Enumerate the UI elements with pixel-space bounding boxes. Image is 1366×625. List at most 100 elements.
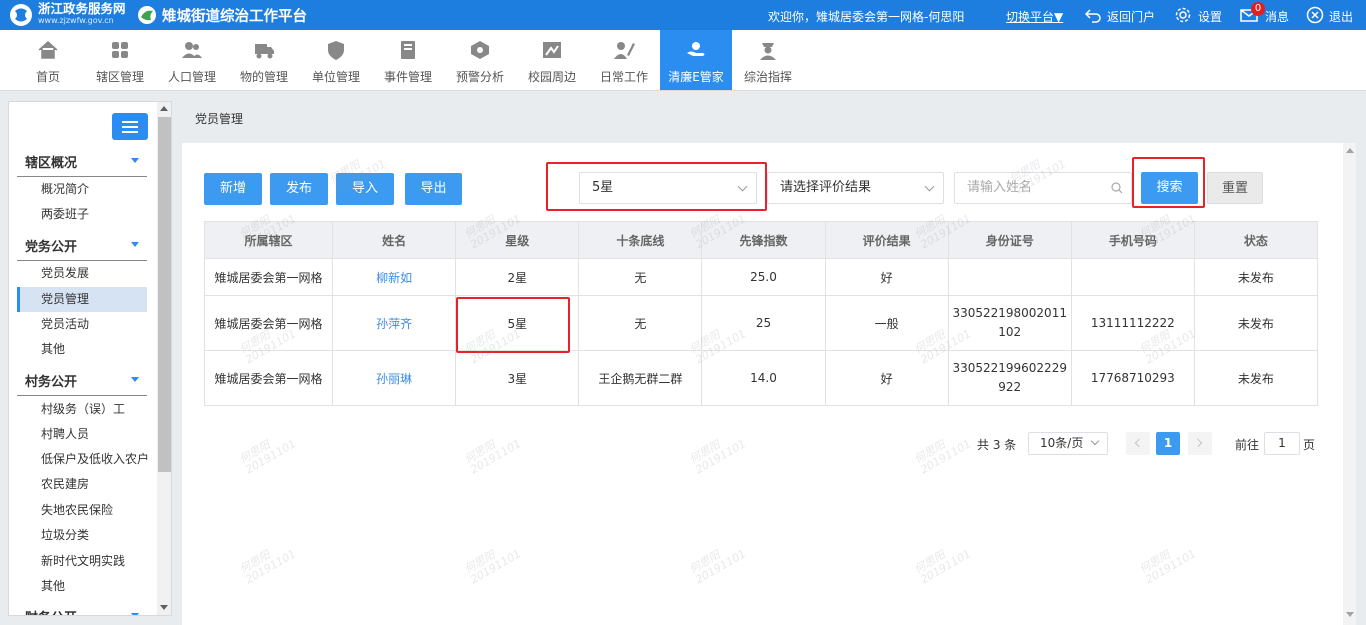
campus-icon	[543, 42, 561, 58]
caret-down-icon[interactable]	[131, 377, 139, 382]
chevron-down-icon	[924, 181, 935, 192]
column-header: 评价结果	[824, 221, 949, 259]
nav-campus[interactable]: 校园周边	[516, 30, 588, 90]
nav-events[interactable]: 事件管理	[372, 30, 444, 90]
nav-label: 单位管理	[311, 70, 360, 84]
table-cell: 未发布	[1193, 350, 1319, 406]
sidebar-section-title[interactable]: 村务公开	[25, 371, 77, 390]
table-row[interactable]: 雉城居委会第一网格 孙萍齐 5星 无 25 一般 330522198002011…	[203, 295, 1319, 351]
sidebar-item[interactable]: 村级务（误）工	[17, 397, 147, 422]
pagination-total: 共 3 条	[977, 438, 1017, 452]
export-button[interactable]: 导出	[405, 173, 462, 205]
nav-units[interactable]: 单位管理	[300, 30, 372, 90]
sidebar-item[interactable]: 两委班子	[17, 202, 147, 227]
caret-down-icon[interactable]	[131, 242, 139, 247]
sidebar-item[interactable]: 党员活动	[17, 312, 147, 337]
publish-button[interactable]: 发布	[270, 173, 328, 205]
member-name-link[interactable]: 孙丽琳	[332, 350, 457, 406]
nav-objects[interactable]: 物的管理	[228, 30, 300, 90]
table-cell: 25	[701, 295, 826, 351]
reset-button[interactable]: 重置	[1207, 172, 1263, 204]
table-cell: 王企鹅无群二群	[578, 350, 703, 406]
sidebar-section-title[interactable]: 财务公开	[25, 607, 77, 615]
evaluation-result-select[interactable]: 请选择评价结果	[767, 172, 944, 204]
breadcrumb: 党员管理	[195, 112, 244, 126]
messages-link[interactable]: 消息	[1265, 8, 1289, 25]
platform-logo-icon	[138, 6, 156, 24]
table-cell: 雉城居委会第一网格	[203, 295, 334, 351]
nav-label: 校园周边	[527, 70, 576, 84]
sidebar-item[interactable]: 概况简介	[17, 177, 147, 202]
next-page-button[interactable]	[1188, 432, 1212, 455]
nav-integrity[interactable]: 清廉E管家	[660, 30, 732, 90]
gear-icon[interactable]	[1174, 6, 1192, 24]
nav-population[interactable]: 人口管理	[156, 30, 228, 90]
sidebar-item[interactable]: 党员发展	[17, 261, 147, 286]
sidebar-section-title[interactable]: 辖区概况	[25, 152, 77, 171]
table-row[interactable]: 雉城居委会第一网格 柳新如 2星 无 25.0 好 未发布	[203, 258, 1319, 296]
sidebar-item[interactable]: 垃圾分类	[17, 523, 147, 548]
nav-label: 人口管理	[167, 70, 216, 84]
scroll-up-icon[interactable]	[160, 106, 168, 111]
sidebar-item[interactable]: 其他	[17, 574, 147, 599]
prev-page-button[interactable]	[1126, 432, 1150, 455]
member-name-link[interactable]: 孙萍齐	[332, 295, 457, 351]
warning-icon	[471, 41, 489, 59]
table-cell: 13111112222	[1070, 295, 1195, 351]
caret-down-icon[interactable]	[131, 158, 139, 163]
add-button[interactable]: 新增	[204, 173, 262, 205]
member-name-link[interactable]: 柳新如	[332, 258, 457, 296]
switch-platform-link[interactable]: 切换平台▼	[1006, 8, 1063, 25]
platform-title: 雉城街道综治工作平台	[162, 9, 307, 25]
table-cell	[947, 258, 1072, 296]
table-row[interactable]: 雉城居委会第一网格 孙丽琳 3星 王企鹅无群二群 14.0 好 33052219…	[203, 350, 1319, 406]
nav-warning[interactable]: 预警分析	[444, 30, 516, 90]
menu-toggle-button[interactable]	[112, 113, 148, 140]
settings-link[interactable]: 设置	[1198, 8, 1222, 25]
caret-down-icon[interactable]	[131, 613, 139, 615]
table-cell: 一般	[824, 295, 949, 351]
sidebar-item[interactable]: 新时代文明实践	[17, 549, 147, 574]
table-cell: 雉城居委会第一网格	[203, 258, 334, 296]
scroll-down-icon[interactable]	[160, 605, 168, 610]
content-scrollbar[interactable]	[1343, 143, 1356, 625]
sidebar-item[interactable]: 村聘人员	[17, 422, 147, 447]
column-header: 身份证号	[947, 221, 1072, 259]
sidebar-item[interactable]: 低保户及低收入农户	[17, 447, 149, 472]
nav-command[interactable]: 综治指挥	[732, 30, 804, 90]
search-icon	[1111, 182, 1123, 194]
nav-daily[interactable]: 日常工作	[588, 30, 660, 90]
sidebar-item[interactable]: 其他	[17, 337, 147, 362]
table-cell: 17768710293	[1070, 350, 1195, 406]
sidebar-section-title[interactable]: 党务公开	[25, 236, 77, 255]
scroll-up-icon[interactable]	[1346, 148, 1354, 153]
goto-page-input[interactable]: 1	[1264, 432, 1300, 455]
import-button[interactable]: 导入	[336, 173, 394, 205]
highlight-box-search	[1132, 157, 1205, 208]
back-portal-link[interactable]: 返回门户	[1107, 8, 1155, 25]
table-cell: 330522198002011 102	[947, 295, 1072, 351]
sidebar: 辖区概况 概况简介 两委班子 党务公开 党员发展 党员管理 党员活动 其他 村务…	[8, 101, 172, 616]
page-size-select[interactable]: 10条/页	[1028, 432, 1108, 455]
sidebar-item-active[interactable]: 党员管理	[17, 287, 147, 312]
current-page[interactable]: 1	[1156, 432, 1180, 455]
grid-icon	[112, 42, 128, 58]
return-icon[interactable]	[1084, 6, 1102, 24]
scroll-down-icon[interactable]	[1346, 612, 1354, 617]
sidebar-item[interactable]: 失地农民保险	[17, 498, 147, 523]
table-cell: 雉城居委会第一网格	[203, 350, 334, 406]
logout-icon[interactable]	[1306, 6, 1324, 24]
table-header-row: 所属辖区 姓名 星级 十条底线 先锋指数 评价结果 身份证号 手机号码 状态	[203, 221, 1319, 259]
officer-icon	[760, 43, 776, 60]
message-count-badge: 0	[1251, 2, 1265, 16]
nav-label: 首页	[35, 70, 60, 84]
sidebar-scroll-thumb[interactable]	[158, 117, 171, 472]
chevron-down-icon	[1090, 436, 1100, 446]
logout-link[interactable]: 退出	[1329, 8, 1353, 25]
nav-district[interactable]: 辖区管理	[84, 30, 156, 90]
name-search-input[interactable]: 请输入姓名	[954, 172, 1132, 204]
nav-label: 辖区管理	[95, 70, 144, 84]
sidebar-item[interactable]: 农民建房	[17, 472, 147, 497]
nav-home[interactable]: 首页	[12, 30, 84, 90]
hamburger-icon	[122, 121, 138, 123]
